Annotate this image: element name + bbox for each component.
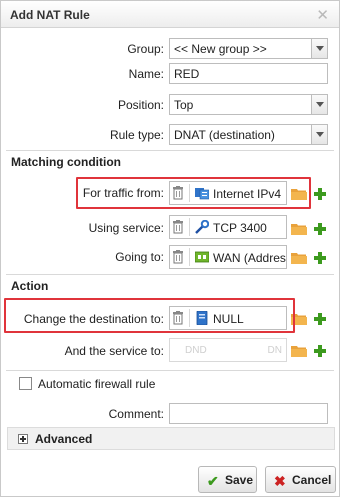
- using-service-box[interactable]: TCP 3400: [169, 215, 287, 239]
- add-icon[interactable]: [314, 345, 326, 357]
- folder-icon[interactable]: [291, 344, 307, 357]
- name-label: Name:: [128, 67, 164, 81]
- rule-type-select[interactable]: DNAT (destination): [169, 124, 328, 145]
- traffic-from-highlight: [76, 177, 311, 209]
- divider: [6, 370, 334, 371]
- and-service-placeholder-right: DN: [267, 345, 282, 356]
- cancel-button[interactable]: ✖ Cancel: [265, 466, 336, 493]
- add-icon[interactable]: [314, 223, 326, 235]
- chevron-down-icon[interactable]: [311, 125, 327, 144]
- checkmark-icon: ✔: [207, 473, 219, 489]
- expand-icon[interactable]: [18, 434, 28, 444]
- add-icon[interactable]: [314, 252, 326, 264]
- group-label: Group:: [127, 42, 164, 56]
- position-select-value: Top: [174, 98, 194, 112]
- close-icon[interactable]: ✕: [316, 6, 329, 24]
- using-service-label: Using service:: [88, 221, 164, 235]
- going-to-label: Going to:: [115, 250, 164, 264]
- interface-icon: [194, 250, 210, 264]
- advanced-section[interactable]: Advanced: [7, 427, 335, 450]
- dialog-titlebar: Add NAT Rule ✕: [1, 1, 339, 28]
- folder-icon[interactable]: [291, 222, 307, 235]
- save-label: Save: [225, 473, 254, 487]
- trash-icon[interactable]: [173, 220, 183, 234]
- group-select-value: << New group >>: [174, 42, 267, 56]
- divider: [6, 150, 334, 151]
- group-select[interactable]: << New group >>: [169, 38, 328, 59]
- trash-icon[interactable]: [173, 250, 183, 264]
- auto-firewall-label: Automatic firewall rule: [38, 377, 156, 391]
- name-input[interactable]: RED: [169, 63, 328, 84]
- cancel-icon: ✖: [274, 473, 286, 489]
- divider: [189, 218, 190, 236]
- rule-type-label: Rule type:: [109, 128, 164, 142]
- divider: [6, 274, 334, 275]
- comment-input[interactable]: [169, 403, 328, 424]
- and-service-box[interactable]: DND DN: [169, 338, 287, 362]
- service-icon: [195, 219, 210, 234]
- advanced-label: Advanced: [35, 432, 93, 446]
- using-service-value: TCP 3400: [213, 221, 267, 235]
- add-icon[interactable]: [314, 313, 326, 325]
- action-heading: Action: [11, 279, 49, 293]
- going-to-box[interactable]: WAN (Address): [169, 245, 287, 269]
- folder-icon[interactable]: [291, 251, 307, 264]
- comment-label: Comment:: [108, 407, 164, 421]
- position-label: Position:: [117, 98, 164, 112]
- chevron-down-icon[interactable]: [311, 95, 327, 114]
- divider: [189, 248, 190, 266]
- chevron-down-icon[interactable]: [311, 39, 327, 58]
- rule-type-select-value: DNAT (destination): [174, 128, 275, 142]
- dialog-title: Add NAT Rule: [10, 8, 90, 22]
- cancel-label: Cancel: [292, 473, 332, 487]
- and-service-label: And the service to:: [64, 344, 164, 358]
- matching-condition-heading: Matching condition: [11, 155, 121, 169]
- add-icon[interactable]: [314, 188, 326, 200]
- add-nat-rule-dialog: Add NAT Rule ✕ Group: << New group >> Na…: [0, 0, 340, 497]
- save-button[interactable]: ✔ Save: [198, 466, 257, 493]
- and-service-placeholder-left: DND: [185, 345, 207, 356]
- auto-firewall-checkbox[interactable]: [19, 377, 32, 390]
- position-select[interactable]: Top: [169, 94, 328, 115]
- change-destination-highlight: [4, 298, 295, 333]
- going-to-value: WAN (Address): [213, 251, 286, 265]
